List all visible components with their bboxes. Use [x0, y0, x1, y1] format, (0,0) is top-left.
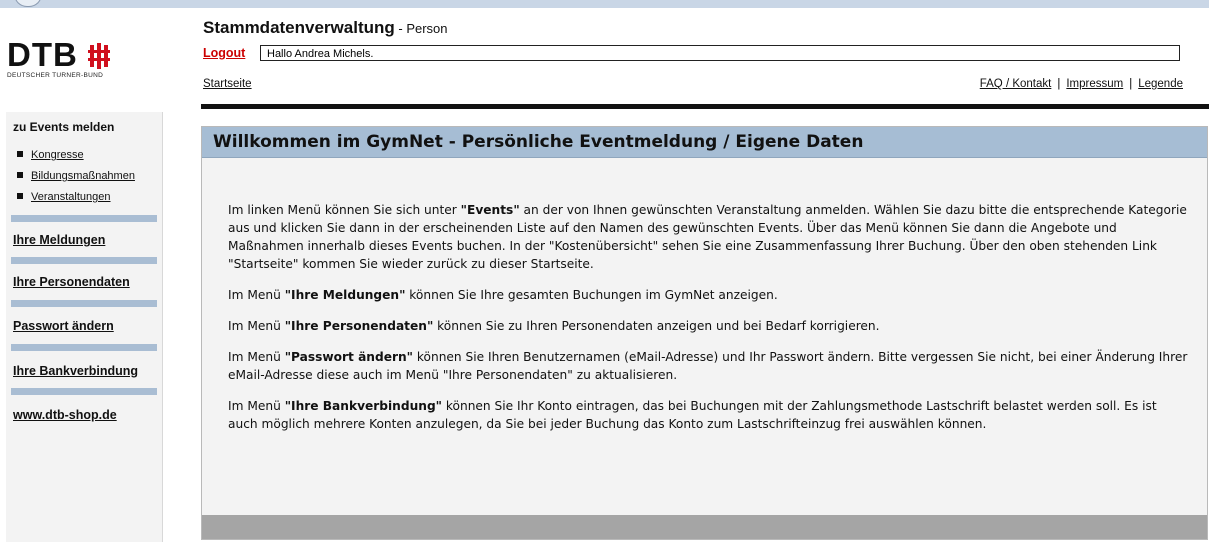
main-panel: Willkommen im GymNet - Persönliche Event… — [201, 126, 1208, 540]
logout-link[interactable]: Logout — [203, 46, 245, 60]
sidebar-link-ihre-personendaten[interactable]: Ihre Personendaten — [13, 275, 130, 289]
paragraph-text: können Sie zu Ihren Personendaten anzeig… — [433, 319, 880, 333]
sidebar-separator — [11, 300, 157, 307]
sidebar-link-ihre-meldungen[interactable]: Ihre Meldungen — [13, 233, 105, 247]
sidebar-link-ihre-bankverbindung[interactable]: Ihre Bankverbindung — [13, 364, 138, 378]
logo-subtitle: DEUTSCHER TURNER-BUND — [7, 72, 104, 79]
paragraph-text: Im Menü — [228, 288, 285, 302]
main-panel-footer — [202, 515, 1207, 539]
paragraph-bold: "Passwort ändern" — [284, 350, 414, 364]
paragraph-text: Im Menü — [228, 399, 285, 413]
header: Stammdatenverwaltung - Person Logout Hal… — [203, 18, 1209, 90]
paragraph-passwort: Im Menü "Passwort ändern" können Sie Ihr… — [228, 348, 1188, 384]
dtb-logo[interactable]: DTB DEUTSCHER TURNER-BUND — [7, 36, 111, 79]
top-nav-right: FAQ / Kontakt | Impressum | Legende — [980, 78, 1183, 90]
sidebar-item-label[interactable]: Kongresse — [31, 149, 84, 161]
paragraph-bankverbindung: Im Menü "Ihre Bankverbindung" können Sie… — [228, 397, 1188, 433]
window-top-strip — [0, 0, 1209, 8]
bullet-icon — [17, 193, 23, 199]
paragraph-text: Im Menü — [228, 350, 285, 364]
sidebar-separator — [11, 388, 157, 395]
sidebar-link-dtb-shop[interactable]: www.dtb-shop.de — [13, 408, 117, 422]
paragraph-bold: "Ihre Meldungen" — [284, 288, 406, 302]
sidebar-separator — [11, 215, 157, 222]
faq-kontakt-link[interactable]: FAQ / Kontakt — [980, 78, 1052, 90]
logout-row: Logout Hallo Andrea Michels. — [203, 45, 1183, 63]
sidebar-separator — [11, 257, 157, 264]
sidebar-link-passwort-aendern[interactable]: Passwort ändern — [13, 319, 114, 333]
bullet-icon — [17, 172, 23, 178]
sidebar-item-label[interactable]: Bildungsmaßnahmen — [31, 170, 135, 182]
sidebar-item-label[interactable]: Veranstaltungen — [31, 191, 111, 203]
sidebar-item-bildungsmassnahmen[interactable]: Bildungsmaßnahmen — [17, 170, 135, 182]
paragraph-bold: "Ihre Personendaten" — [284, 319, 434, 333]
window-corner-decoration — [14, 0, 42, 7]
logo-text: DTB — [7, 36, 78, 73]
sidebar-separator — [11, 344, 157, 351]
dtb-emblem-icon — [88, 43, 111, 69]
paragraph-bold: "Events" — [460, 203, 520, 217]
legende-link[interactable]: Legende — [1138, 78, 1183, 90]
bullet-icon — [17, 151, 23, 157]
sidebar-item-veranstaltungen[interactable]: Veranstaltungen — [17, 191, 111, 203]
nav-separator: | — [1129, 78, 1133, 90]
logo-area: DTB DEUTSCHER TURNER-BUND — [0, 8, 187, 102]
page-title-main: Stammdatenverwaltung — [203, 18, 395, 37]
sidebar: zu Events melden Kongresse Bildungsmaßna… — [6, 112, 163, 542]
impressum-link[interactable]: Impressum — [1066, 78, 1123, 90]
startseite-link[interactable]: Startseite — [203, 78, 252, 90]
main-panel-title: Willkommen im GymNet - Persönliche Event… — [202, 127, 1207, 158]
header-divider — [201, 104, 1209, 109]
paragraph-personendaten: Im Menü "Ihre Personendaten" können Sie … — [228, 317, 1188, 335]
paragraph-bold: "Ihre Bankverbindung" — [284, 399, 443, 413]
sidebar-item-kongresse[interactable]: Kongresse — [17, 149, 84, 161]
top-nav: Startseite FAQ / Kontakt | Impressum | Legen… — [203, 78, 1183, 90]
paragraph-text: Im linken Menü können Sie sich unter — [228, 203, 461, 217]
sidebar-heading-events: zu Events melden — [13, 120, 115, 134]
paragraph-events: Im linken Menü können Sie sich unter "Ev… — [228, 201, 1188, 273]
nav-separator: | — [1057, 78, 1061, 90]
paragraph-text: Im Menü — [228, 319, 285, 333]
paragraph-meldungen: Im Menü "Ihre Meldungen" können Sie Ihre… — [228, 286, 1188, 304]
page-title-sub: - Person — [394, 21, 448, 36]
main-content: Im linken Menü können Sie sich unter "Ev… — [228, 201, 1188, 446]
page-title: Stammdatenverwaltung - Person — [203, 18, 1209, 38]
greeting-field: Hallo Andrea Michels. — [260, 45, 1180, 61]
paragraph-text: können Sie Ihre gesamten Buchungen im Gy… — [405, 288, 778, 302]
